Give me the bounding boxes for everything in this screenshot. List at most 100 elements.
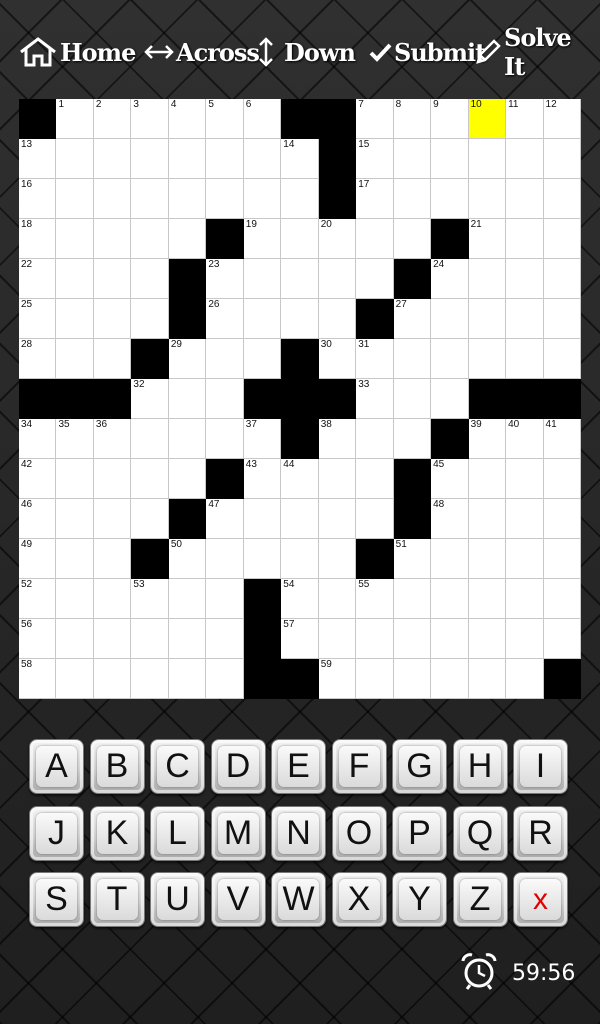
grid-cell[interactable] [243, 259, 282, 299]
grid-cell[interactable] [168, 379, 207, 419]
grid-cell[interactable] [56, 499, 94, 539]
grid-cell[interactable] [206, 379, 244, 419]
grid-cell[interactable] [356, 259, 394, 299]
solve-it-button[interactable]: Solve It [474, 23, 588, 81]
grid-cell[interactable]: 44 [281, 459, 319, 499]
grid-cell[interactable] [543, 539, 581, 579]
grid-cell[interactable] [93, 619, 132, 659]
grid-cell[interactable] [93, 499, 132, 539]
grid-cell[interactable]: 35 [56, 419, 94, 459]
grid-cell[interactable] [356, 419, 394, 459]
grid-cell[interactable] [431, 179, 469, 219]
grid-cell[interactable] [93, 579, 132, 619]
grid-cell[interactable]: 36 [93, 419, 132, 459]
grid-cell[interactable] [206, 659, 244, 699]
grid-cell[interactable]: 38 [318, 419, 357, 459]
grid-cell[interactable] [93, 539, 132, 579]
grid-cell[interactable] [506, 499, 544, 539]
grid-cell[interactable]: 43 [243, 459, 282, 499]
grid-cell[interactable] [168, 579, 207, 619]
key-f[interactable]: F [331, 739, 387, 794]
grid-cell[interactable]: 45 [431, 459, 469, 499]
grid-cell[interactable] [56, 139, 94, 179]
grid-cell[interactable] [168, 619, 207, 659]
grid-cell[interactable] [468, 499, 507, 539]
grid-cell[interactable] [281, 499, 319, 539]
grid-cell[interactable]: 9 [431, 99, 469, 139]
grid-cell[interactable] [431, 139, 469, 179]
key-o[interactable]: O [331, 805, 387, 861]
grid-cell[interactable] [206, 579, 244, 619]
grid-cell[interactable] [468, 139, 507, 179]
grid-cell[interactable] [318, 259, 357, 299]
key-b[interactable]: B [89, 739, 145, 794]
grid-cell[interactable] [506, 339, 544, 379]
grid-cell[interactable] [93, 339, 132, 379]
grid-cell[interactable] [168, 219, 207, 259]
grid-cell[interactable]: 4 [168, 99, 207, 139]
grid-cell[interactable] [393, 619, 432, 659]
grid-cell[interactable] [506, 459, 544, 499]
grid-cell[interactable] [168, 139, 207, 179]
grid-cell[interactable]: 3 [131, 99, 169, 139]
grid-cell[interactable] [431, 579, 469, 619]
grid-cell[interactable] [281, 219, 319, 259]
key-x[interactable]: X [331, 872, 387, 927]
grid-cell[interactable]: 20 [318, 219, 357, 259]
key-s[interactable]: S [29, 872, 84, 927]
grid-cell[interactable]: 12 [543, 99, 581, 139]
grid-cell[interactable] [206, 619, 244, 659]
grid-cell[interactable] [318, 619, 357, 659]
grid-cell[interactable]: 11 [506, 99, 544, 139]
grid-cell[interactable] [318, 459, 357, 499]
grid-cell[interactable] [131, 659, 169, 699]
grid-cell[interactable] [131, 139, 169, 179]
grid-cell[interactable]: 25 [19, 299, 57, 339]
grid-cell[interactable]: 32 [131, 379, 169, 419]
grid-cell[interactable] [56, 659, 94, 699]
grid-cell[interactable] [543, 619, 581, 659]
grid-cell[interactable] [468, 619, 507, 659]
grid-cell[interactable] [393, 219, 432, 259]
key-j[interactable]: J [29, 805, 84, 861]
grid-cell[interactable]: 7 [356, 99, 394, 139]
grid-cell[interactable]: 39 [468, 419, 507, 459]
grid-cell[interactable] [206, 419, 244, 459]
grid-cell[interactable]: 22 [19, 259, 57, 299]
grid-cell[interactable] [393, 339, 432, 379]
grid-cell[interactable] [206, 139, 244, 179]
grid-cell[interactable] [56, 579, 94, 619]
key-k[interactable]: K [89, 805, 145, 861]
grid-cell[interactable] [468, 339, 507, 379]
grid-cell[interactable] [281, 179, 319, 219]
grid-cell[interactable]: 34 [19, 419, 57, 459]
grid-cell[interactable] [506, 219, 544, 259]
grid-cell[interactable]: 53 [131, 579, 169, 619]
grid-cell[interactable] [281, 299, 319, 339]
grid-cell[interactable] [431, 339, 469, 379]
grid-cell[interactable] [318, 579, 357, 619]
grid-cell[interactable]: 54 [281, 579, 319, 619]
grid-cell[interactable] [468, 539, 507, 579]
grid-cell[interactable] [281, 539, 319, 579]
grid-cell[interactable] [206, 179, 244, 219]
grid-cell[interactable] [318, 299, 357, 339]
grid-cell[interactable] [506, 659, 544, 699]
grid-cell[interactable] [543, 139, 581, 179]
grid-cell[interactable] [131, 459, 169, 499]
grid-cell[interactable] [281, 259, 319, 299]
grid-cell[interactable] [131, 259, 169, 299]
grid-cell[interactable] [131, 499, 169, 539]
grid-cell[interactable] [243, 339, 282, 379]
grid-cell[interactable]: 51 [393, 539, 432, 579]
key-m[interactable]: M [210, 805, 266, 861]
grid-cell[interactable] [318, 539, 357, 579]
grid-cell[interactable] [506, 579, 544, 619]
grid-cell[interactable] [93, 259, 132, 299]
grid-cell[interactable]: 8 [393, 99, 432, 139]
grid-cell[interactable] [168, 179, 207, 219]
grid-cell[interactable]: 49 [19, 539, 57, 579]
grid-cell[interactable] [206, 339, 244, 379]
grid-cell[interactable] [393, 419, 432, 459]
key-h[interactable]: H [452, 739, 508, 794]
